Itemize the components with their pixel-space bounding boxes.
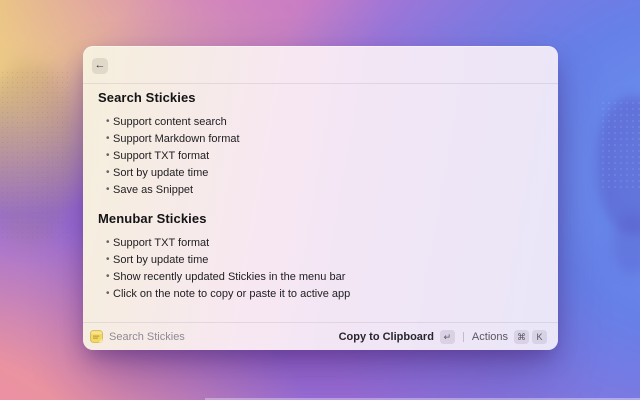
feature-item: •Support TXT format: [106, 150, 543, 162]
feature-item: •Click on the note to copy or paste it t…: [106, 288, 543, 300]
section-title: Search Stickies: [98, 90, 543, 106]
footer-separator: [463, 332, 464, 342]
feature-list: •Support content search•Support Markdown…: [98, 116, 543, 196]
feature-item-text: Support content search: [113, 116, 227, 128]
window-footer: Search Stickies Copy to Clipboard ↵ Acti…: [83, 322, 558, 350]
command-key-badge: ⌘: [514, 330, 529, 344]
return-key-badge: ↵: [440, 330, 455, 344]
feature-item-text: Show recently updated Stickies in the me…: [113, 271, 345, 283]
bullet-icon: •: [106, 133, 113, 145]
bullet-icon: •: [106, 167, 113, 179]
bullet-icon: •: [106, 150, 113, 162]
feature-section: Search Stickies•Support content search•S…: [98, 90, 543, 196]
stickies-note-icon: [90, 330, 103, 343]
bullet-icon: •: [106, 288, 113, 300]
feature-item-text: Save as Snippet: [113, 184, 193, 196]
feature-list: •Support TXT format•Sort by update time•…: [98, 237, 543, 300]
feature-item: •Sort by update time: [106, 167, 543, 179]
search-input[interactable]: Search Stickies: [109, 331, 185, 343]
bullet-icon: •: [106, 237, 113, 249]
window-header: ←: [83, 46, 558, 84]
bullet-icon: •: [106, 116, 113, 128]
feature-item: •Show recently updated Stickies in the m…: [106, 271, 543, 283]
feature-item-text: Support Markdown format: [113, 133, 240, 145]
background-right-speckles: [600, 100, 640, 190]
footer-actions: Copy to Clipboard ↵ Actions ⌘ K: [339, 330, 547, 344]
feature-item: •Support TXT format: [106, 237, 543, 249]
k-key-badge: K: [532, 330, 547, 344]
feature-item-text: Sort by update time: [113, 254, 208, 266]
feature-item: •Support content search: [106, 116, 543, 128]
feature-item: •Support Markdown format: [106, 133, 543, 145]
bullet-icon: •: [106, 271, 113, 283]
back-arrow-icon: ←: [95, 60, 106, 71]
feature-item: •Sort by update time: [106, 254, 543, 266]
feature-item-text: Support TXT format: [113, 237, 209, 249]
background-left-speckles: [0, 70, 70, 240]
content-sections: Search Stickies•Support content search•S…: [83, 84, 558, 322]
feature-item: •Save as Snippet: [106, 184, 543, 196]
feature-item-text: Sort by update time: [113, 167, 208, 179]
bullet-icon: •: [106, 184, 113, 196]
copy-to-clipboard-button[interactable]: Copy to Clipboard: [339, 331, 434, 343]
back-button[interactable]: ←: [92, 58, 108, 74]
actions-menu-button[interactable]: Actions: [472, 331, 508, 343]
feature-item-text: Support TXT format: [113, 150, 209, 162]
feature-item-text: Click on the note to copy or paste it to…: [113, 288, 350, 300]
bullet-icon: •: [106, 254, 113, 266]
feature-section: Menubar Stickies•Support TXT format•Sort…: [98, 211, 543, 300]
raycast-style-window: ← Search Stickies•Support content search…: [83, 46, 558, 350]
section-title: Menubar Stickies: [98, 211, 543, 227]
